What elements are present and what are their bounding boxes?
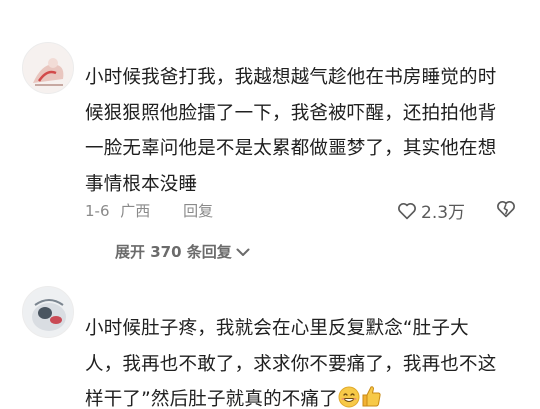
comment-text-line: 人，我再也不敢了，求求你不要痛了，我再也不这 [85,353,497,375]
heart-icon [398,203,416,220]
comment-date: 1-6 [85,202,110,220]
comment-text-line: 一脸无辜问他是不是太累都做噩梦了，其实他在想 [85,138,497,159]
comment-location: 广西 [120,202,151,220]
comment-text-line: 小时候肚子疼，我就会在心里反复默念“肚子大 [85,318,469,339]
expand-replies-label: 展开 370 条回复 [115,243,232,261]
thumbs-up-icon [362,386,381,407]
smiling-face-icon [338,386,360,408]
comment-item: 小时候我爸打我，我越想越气趁他在书房睡觉的时 候狠狠照他脸擂了一下，我爸被吓醒，… [0,0,540,270]
reply-button[interactable]: 回复 [183,200,213,221]
chevron-down-icon [236,248,250,256]
broken-heart-icon [497,201,515,218]
dislike-button[interactable] [496,199,516,222]
comment-meta: 1-6 广西 回复 [85,200,213,221]
comment-text-line: 候狠狠照他脸擂了一下，我爸被吓醒，还拍拍他背 [85,102,497,124]
expand-replies-button[interactable]: 展开 370 条回复 [115,241,250,262]
comment-text: 小时候肚子疼，我就会在心里反复默念“肚子大 人，我再也不敢了，求求你不要痛了，我… [85,311,496,409]
avatar[interactable] [22,286,74,338]
comment-text-line: 样干了”然后肚子就真的不痛了 [85,382,496,409]
comment-text-line: 事情根本没睡 [85,173,198,195]
comment-text-line: 小时候我爸打我，我越想越气趁他在书房睡觉的时 [85,67,497,88]
comment-text-segment: 样干了”然后肚子就真的不痛了 [85,389,338,409]
comment-text: 小时候我爸打我，我越想越气趁他在书房睡觉的时 候狠狠照他脸擂了一下，我爸被吓醒，… [85,60,496,202]
like-button[interactable]: 2.3万 [397,198,465,223]
like-count: 2.3万 [421,203,466,223]
comment-item: 小时候肚子疼，我就会在心里反复默念“肚子大 人，我再也不敢了，求求你不要痛了，我… [0,270,540,409]
avatar[interactable] [22,42,74,94]
avatar-icon [23,43,73,93]
avatar-icon [23,287,73,337]
